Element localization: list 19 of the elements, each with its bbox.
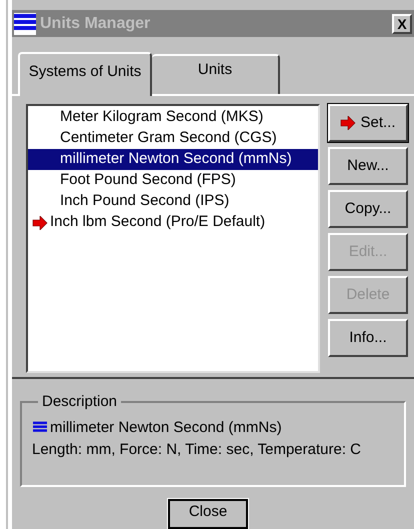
units-icon — [14, 12, 36, 35]
list-item[interactable]: Foot Pound Second (FPS) — [28, 170, 318, 192]
system-details: Length: mm, Force: N, Time: sec, Temperature: C — [32, 440, 362, 460]
list-item[interactable]: millimeter Newton Second (mmNs) — [28, 149, 318, 170]
list-item[interactable]: Inch lbm Second (Pro/E Default) — [28, 212, 318, 234]
tab[interactable]: Systems of Units — [18, 52, 152, 96]
action-button[interactable]: New... — [328, 147, 408, 186]
window-close-button[interactable]: X — [392, 14, 412, 34]
tab[interactable]: Units — [152, 54, 280, 94]
arrow-icon — [340, 116, 356, 130]
list-item[interactable]: Centimeter Gram Second (CGS) — [28, 128, 318, 150]
list-item[interactable]: Meter Kilogram Second (MKS) — [28, 107, 318, 128]
system-name: millimeter Newton Second (mmNs) — [50, 418, 282, 438]
action-button[interactable]: Copy... — [328, 190, 408, 228]
action-button[interactable]: Set... — [328, 104, 408, 142]
window-title: Units Manager — [40, 14, 152, 34]
action-button[interactable]: Info... — [328, 319, 408, 358]
close-dialog-button[interactable]: Close — [168, 499, 248, 529]
list-item[interactable]: Inch Pound Second (IPS) — [28, 191, 318, 212]
